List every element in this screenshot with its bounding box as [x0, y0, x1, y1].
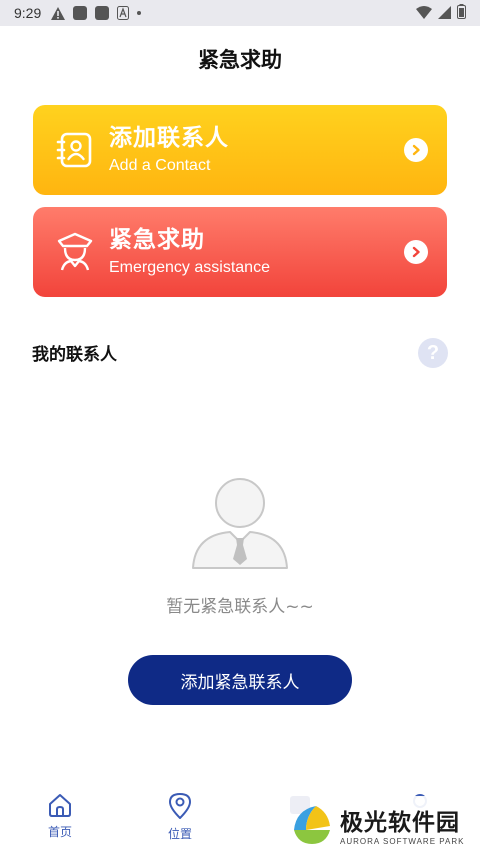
watermark: 极光软件园 AURORA SOFTWARE PARK	[288, 796, 473, 852]
chevron-right-icon	[404, 240, 428, 264]
nav-item-home[interactable]: 首页	[30, 792, 90, 840]
nav-item-location[interactable]: 位置	[150, 792, 210, 842]
status-bar: 9:29	[0, 0, 480, 26]
add-contact-card[interactable]: 添加联系人 Add a Contact	[33, 105, 447, 195]
warning-icon	[51, 6, 66, 20]
add-contact-title: 添加联系人	[109, 125, 229, 151]
watermark-sub: AURORA SOFTWARE PARK	[340, 836, 465, 846]
emergency-assistance-subtitle: Emergency assistance	[109, 259, 270, 276]
dot-icon	[137, 11, 142, 15]
contact-book-icon	[53, 128, 97, 172]
watermark-text: 极光软件园 AURORA SOFTWARE PARK	[340, 803, 464, 846]
add-contact-text: 添加联系人 Add a Contact	[109, 123, 229, 177]
home-icon	[49, 794, 71, 817]
emergency-assistance-text: 紧急求助 Emergency assistance	[109, 225, 270, 279]
nav-label-home: 首页	[47, 825, 72, 839]
emergency-assistance-card[interactable]: 紧急求助 Emergency assistance	[33, 207, 447, 297]
emergency-help-screen: 9:29 紧急求助 添加联系人 Add a Contact 紧急求助 Emerg…	[0, 0, 480, 853]
help-icon[interactable]: ?	[418, 338, 448, 368]
status-right-icons	[416, 3, 466, 23]
empty-contacts-message: 暂无紧急联系人~~	[166, 597, 314, 617]
status-time: 9:29	[14, 5, 42, 21]
my-contacts-heading: 我的联系人	[32, 345, 117, 365]
app-notification-icon	[95, 6, 110, 20]
app-notification-icon	[73, 6, 88, 20]
nav-label-location: 位置	[167, 827, 192, 841]
text-icon	[117, 6, 130, 20]
emergency-assistance-title: 紧急求助	[109, 227, 205, 253]
location-pin-icon	[169, 793, 191, 819]
watermark-main: 极光软件园	[340, 809, 460, 836]
chevron-right-icon	[404, 138, 428, 162]
aurora-logo-icon	[294, 806, 330, 844]
battery-icon	[457, 3, 466, 23]
police-officer-icon	[53, 230, 97, 274]
signal-icon	[438, 4, 451, 23]
add-emergency-contact-button[interactable]: 添加紧急联系人	[128, 655, 352, 705]
page-title: 紧急求助	[198, 48, 282, 72]
wifi-icon	[416, 4, 432, 23]
person-placeholder-icon	[190, 475, 290, 570]
add-contact-subtitle: Add a Contact	[109, 157, 211, 174]
